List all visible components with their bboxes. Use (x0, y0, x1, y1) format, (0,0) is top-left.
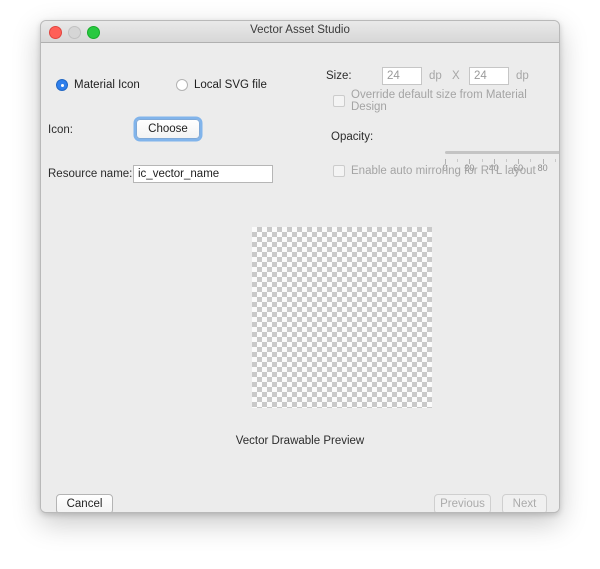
opacity-tick-minor (530, 159, 532, 162)
radio-material-icon[interactable]: Material Icon (56, 79, 140, 91)
opacity-slider-track[interactable] (445, 151, 559, 154)
size-height-unit: dp (516, 70, 529, 82)
resource-name-label: Resource name: (48, 168, 133, 180)
icon-label: Icon: (48, 124, 73, 136)
checkbox-enable-rtl-mirroring-label: Enable auto mirroring for RTL layout (351, 165, 536, 177)
vector-asset-studio-window: Vector Asset Studio Material Icon Local … (40, 20, 560, 513)
size-width-unit: dp (429, 70, 442, 82)
checkbox-override-default-size-box[interactable] (333, 95, 345, 107)
radio-local-svg-file-label: Local SVG file (194, 79, 267, 91)
previous-button[interactable]: Previous (434, 494, 491, 512)
cancel-button[interactable]: Cancel (56, 494, 113, 512)
preview-caption: Vector Drawable Preview (235, 435, 365, 447)
radio-local-svg-file-indicator[interactable] (176, 79, 188, 91)
checkbox-enable-rtl-mirroring[interactable]: Enable auto mirroring for RTL layout (333, 165, 536, 177)
opacity-tick-minor (457, 159, 459, 162)
opacity-tick-label: 100 (554, 163, 559, 173)
resource-name-input[interactable]: ic_vector_name (133, 165, 273, 183)
next-button[interactable]: Next (502, 494, 547, 512)
radio-material-icon-label: Material Icon (74, 79, 140, 91)
size-width-input[interactable]: 24 (382, 67, 422, 85)
vector-drawable-preview-canvas (252, 227, 432, 408)
radio-material-icon-indicator[interactable] (56, 79, 68, 91)
title-bar[interactable]: Vector Asset Studio (41, 21, 559, 43)
choose-icon-button[interactable]: Choose (136, 119, 200, 139)
size-separator: X (452, 70, 460, 82)
size-label: Size: (326, 70, 352, 82)
opacity-label: Opacity: (331, 131, 374, 143)
size-height-input[interactable]: 24 (469, 67, 509, 85)
window-title: Vector Asset Studio (250, 24, 350, 36)
opacity-tick-minor (506, 159, 507, 162)
dialog-content: Material Icon Local SVG file Icon: Choos… (41, 43, 559, 512)
opacity-tick-minor (481, 159, 483, 162)
opacity-tick-minor (554, 159, 556, 162)
checkbox-override-default-size[interactable]: Override default size from Material Desi… (333, 89, 559, 113)
checkbox-enable-rtl-mirroring-box[interactable] (333, 165, 345, 177)
radio-local-svg-file[interactable]: Local SVG file (176, 79, 267, 91)
checkbox-override-default-size-label: Override default size from Material Desi… (351, 89, 527, 113)
